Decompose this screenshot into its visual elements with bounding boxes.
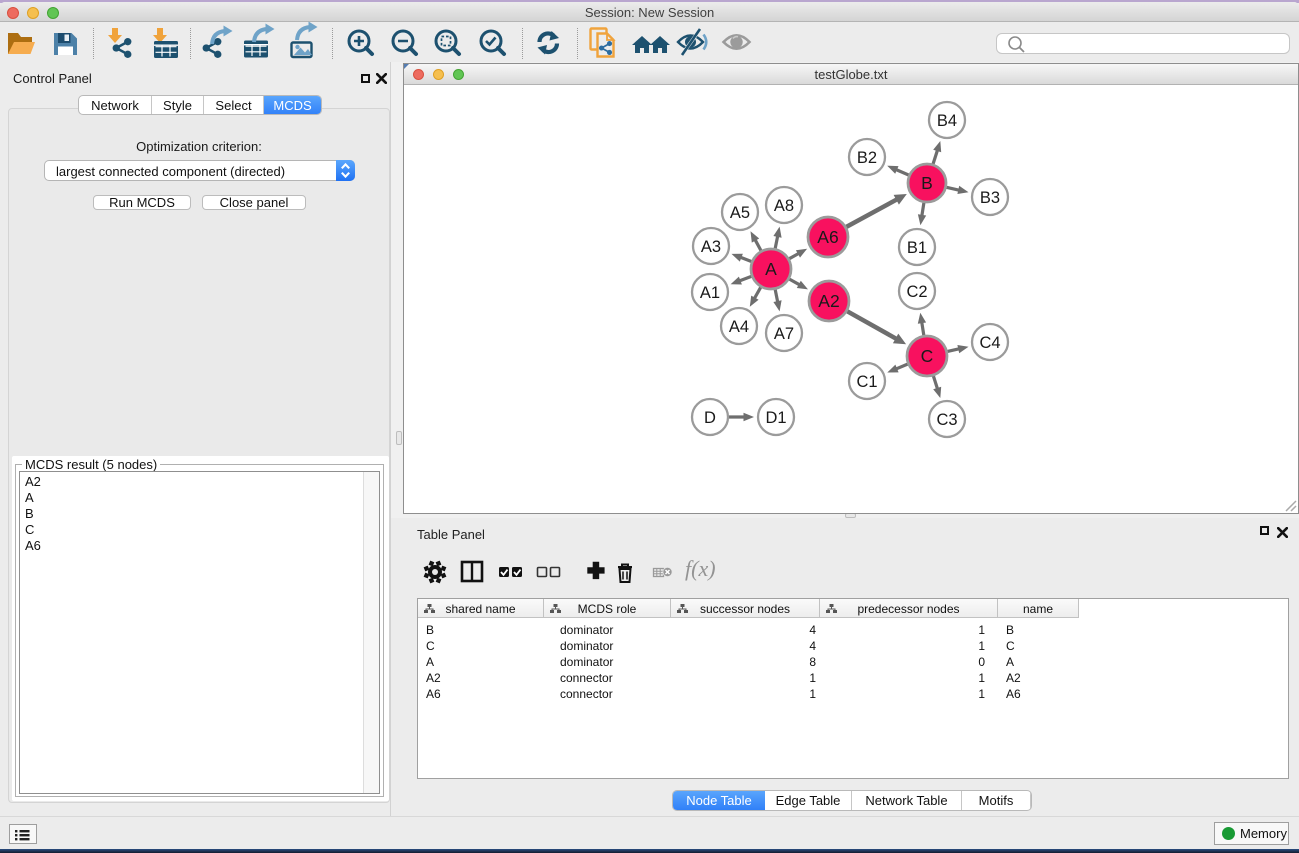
svg-text:B2: B2 bbox=[857, 149, 877, 167]
svg-text:D: D bbox=[704, 409, 716, 427]
svg-text:A2: A2 bbox=[818, 291, 839, 311]
svg-text:C1: C1 bbox=[856, 373, 877, 391]
svg-text:B3: B3 bbox=[980, 189, 1000, 207]
svg-text:D1: D1 bbox=[765, 409, 786, 427]
svg-text:A3: A3 bbox=[701, 238, 721, 256]
svg-text:C: C bbox=[921, 346, 934, 366]
svg-text:B4: B4 bbox=[937, 112, 957, 130]
svg-text:C3: C3 bbox=[936, 411, 957, 429]
svg-text:A7: A7 bbox=[774, 325, 794, 343]
svg-text:A: A bbox=[765, 259, 777, 279]
svg-text:A8: A8 bbox=[774, 197, 794, 215]
svg-text:A1: A1 bbox=[700, 284, 720, 302]
svg-text:A4: A4 bbox=[729, 318, 749, 336]
svg-text:B1: B1 bbox=[907, 239, 927, 257]
svg-text:B: B bbox=[921, 173, 933, 193]
svg-text:C2: C2 bbox=[906, 283, 927, 301]
svg-text:A5: A5 bbox=[730, 204, 750, 222]
svg-text:A6: A6 bbox=[817, 227, 838, 247]
svg-text:C4: C4 bbox=[979, 334, 1000, 352]
